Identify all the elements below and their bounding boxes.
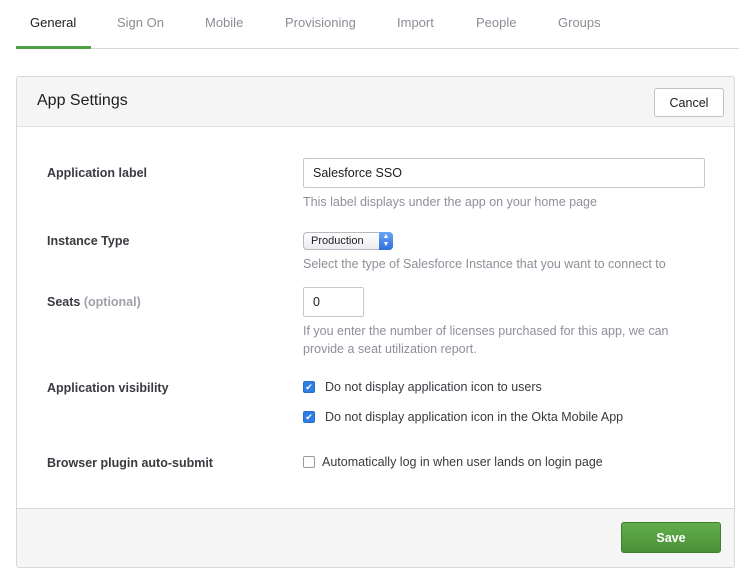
tab-mobile[interactable]: Mobile	[205, 15, 243, 30]
hide-icon-users-checkbox[interactable]: ✔	[303, 381, 315, 393]
panel-header: App Settings Cancel	[17, 77, 734, 127]
application-label-input[interactable]	[303, 158, 705, 188]
hide-icon-users-label: Do not display application icon to users	[325, 380, 542, 394]
tab-provisioning[interactable]: Provisioning	[285, 15, 356, 30]
panel-title: App Settings	[37, 92, 128, 109]
instance-type-help: Select the type of Salesforce Instance t…	[303, 257, 666, 271]
auto-submit-option-label: Automatically log in when user lands on …	[322, 455, 603, 469]
seats-label: Seats (optional)	[47, 295, 141, 309]
seats-help-line2: provide a seat utilization report.	[303, 342, 477, 356]
instance-type-label: Instance Type	[47, 234, 130, 248]
application-label-label: Application label	[47, 166, 148, 180]
app-settings-panel: App Settings Cancel Application label Th…	[16, 76, 735, 568]
auto-submit-checkbox[interactable]	[303, 456, 315, 468]
instance-type-value: Production	[311, 235, 364, 247]
hide-icon-mobile-option[interactable]: ✔ Do not display application icon in the…	[303, 410, 623, 424]
hide-icon-mobile-checkbox[interactable]: ✔	[303, 411, 315, 423]
application-visibility-label: Application visibility	[47, 381, 169, 395]
select-arrows-icon: ▲ ▼	[379, 232, 393, 250]
instance-type-select[interactable]: Production ▲ ▼	[303, 232, 393, 250]
seats-input[interactable]	[303, 287, 364, 317]
seats-optional-text: (optional)	[83, 295, 141, 309]
auto-submit-label: Browser plugin auto-submit	[47, 456, 213, 470]
tab-general[interactable]: General	[30, 15, 76, 30]
auto-submit-option[interactable]: Automatically log in when user lands on …	[303, 455, 603, 469]
seats-label-text: Seats	[47, 295, 81, 309]
hide-icon-users-option[interactable]: ✔ Do not display application icon to use…	[303, 380, 542, 394]
panel-footer: Save	[17, 508, 734, 567]
tab-sign-on[interactable]: Sign On	[117, 15, 164, 30]
cancel-button[interactable]: Cancel	[654, 88, 724, 117]
tab-bar: General Sign On Mobile Provisioning Impo…	[16, 0, 739, 49]
application-label-help: This label displays under the app on you…	[303, 195, 597, 209]
hide-icon-mobile-label: Do not display application icon in the O…	[325, 410, 624, 424]
seats-help-line1: If you enter the number of licenses purc…	[303, 324, 669, 338]
save-button[interactable]: Save	[621, 522, 721, 553]
tab-groups[interactable]: Groups	[558, 15, 601, 30]
tab-import[interactable]: Import	[397, 15, 434, 30]
active-tab-indicator	[16, 46, 91, 49]
tab-people[interactable]: People	[476, 15, 516, 30]
